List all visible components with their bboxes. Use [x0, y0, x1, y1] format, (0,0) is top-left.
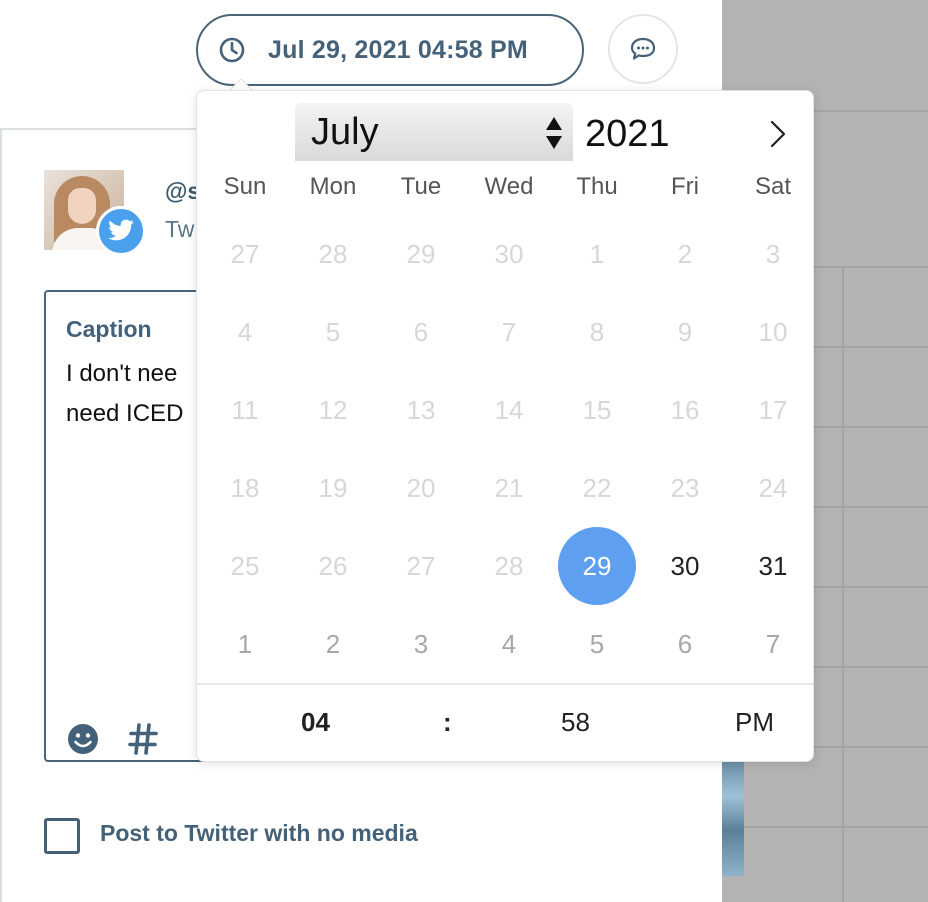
- profile-handle: @s: [165, 178, 201, 204]
- calendar-day[interactable]: 27: [381, 527, 461, 605]
- calendar-day[interactable]: 1: [205, 605, 285, 683]
- calendar-day[interactable]: 30: [645, 527, 725, 605]
- calendar-day[interactable]: 28: [293, 215, 373, 293]
- calendar-day[interactable]: 26: [293, 527, 373, 605]
- calendar-day[interactable]: 23: [645, 449, 725, 527]
- calendar-day[interactable]: 19: [293, 449, 373, 527]
- calendar-day[interactable]: 27: [205, 215, 285, 293]
- calendar-day[interactable]: 5: [557, 605, 637, 683]
- calendar-day[interactable]: 7: [733, 605, 813, 683]
- calendar-day[interactable]: 30: [469, 215, 549, 293]
- calendar-day[interactable]: 2: [645, 215, 725, 293]
- calendar-day[interactable]: 20: [381, 449, 461, 527]
- datepicker-popover: July 2021 Sun Mon Tue Wed Thu Fri Sat 27 28 29 30…: [196, 90, 814, 762]
- calendar-day[interactable]: 2: [293, 605, 373, 683]
- comment-button[interactable]: [608, 14, 678, 84]
- calendar-day[interactable]: 21: [469, 449, 549, 527]
- post-no-media-label: Post to Twitter with no media: [100, 820, 418, 846]
- schedule-datetime-button[interactable]: Jul 29, 2021 04:58 PM: [196, 14, 584, 86]
- calendar-day[interactable]: 31: [733, 527, 813, 605]
- calendar-day[interactable]: 24: [733, 449, 813, 527]
- calendar-day[interactable]: 15: [557, 371, 637, 449]
- calendar-day[interactable]: 25: [205, 527, 285, 605]
- comment-icon: [630, 37, 656, 60]
- calendar-day[interactable]: 17: [733, 371, 813, 449]
- calendar-day[interactable]: 11: [205, 371, 285, 449]
- panel-border: [0, 128, 2, 902]
- weekday-thu: Thu: [576, 173, 618, 200]
- twitter-icon: [96, 206, 146, 256]
- profile-network: Tw: [165, 216, 195, 242]
- calendar-day[interactable]: 18: [205, 449, 285, 527]
- weekday-sun: Sun: [223, 173, 267, 200]
- hashtag-icon[interactable]: [128, 722, 158, 756]
- time-separator: :: [443, 707, 452, 737]
- calendar-day[interactable]: 10: [733, 293, 813, 371]
- calendar-day[interactable]: 9: [645, 293, 725, 371]
- calendar-day[interactable]: 4: [469, 605, 549, 683]
- meridiem-toggle[interactable]: PM: [735, 707, 774, 738]
- clock-icon: [219, 37, 245, 63]
- weekday-fri: Fri: [671, 173, 699, 200]
- calendar-day[interactable]: 8: [557, 293, 637, 371]
- calendar-day[interactable]: 3: [733, 215, 813, 293]
- calendar-day[interactable]: 1: [557, 215, 637, 293]
- grid-line: [842, 266, 844, 902]
- weekday-mon: Mon: [309, 173, 357, 200]
- calendar-day[interactable]: 13: [381, 371, 461, 449]
- selected-day[interactable]: 29: [557, 527, 637, 605]
- caption-label: Caption: [66, 316, 152, 342]
- calendar-day[interactable]: 6: [381, 293, 461, 371]
- month-select[interactable]: July: [295, 103, 573, 161]
- weekday-header: Sun Mon Tue Wed Thu Fri Sat: [197, 173, 813, 207]
- calendar-day[interactable]: 3: [381, 605, 461, 683]
- calendar-day[interactable]: 16: [645, 371, 725, 449]
- grid-line: [722, 826, 928, 828]
- panel-divider: [0, 128, 196, 130]
- minute-input[interactable]: 58: [561, 707, 590, 738]
- time-divider: [197, 683, 813, 685]
- hour-input[interactable]: 04: [301, 707, 330, 738]
- weekday-wed: Wed: [484, 173, 534, 200]
- schedule-datetime-text: Jul 29, 2021 04:58 PM: [268, 35, 528, 64]
- media-thumbnail[interactable]: [722, 762, 744, 876]
- calendar-day[interactable]: 12: [293, 371, 373, 449]
- emoji-icon[interactable]: [66, 722, 100, 756]
- post-no-media-checkbox[interactable]: [44, 818, 80, 854]
- next-month-button[interactable]: [763, 117, 793, 151]
- year-label[interactable]: 2021: [585, 113, 670, 156]
- weekday-tue: Tue: [400, 173, 442, 200]
- calendar-day[interactable]: 14: [469, 371, 549, 449]
- chevron-right-icon: [770, 120, 786, 148]
- calendar-day[interactable]: 22: [557, 449, 637, 527]
- calendar-day[interactable]: 4: [205, 293, 285, 371]
- month-select-value: July: [311, 111, 379, 153]
- calendar-day[interactable]: 5: [293, 293, 373, 371]
- calendar-day[interactable]: 29: [381, 215, 461, 293]
- calendar-day[interactable]: 7: [469, 293, 549, 371]
- calendar-day[interactable]: 6: [645, 605, 725, 683]
- calendar-day[interactable]: 28: [469, 527, 549, 605]
- weekday-sat: Sat: [754, 173, 792, 200]
- select-arrows-icon: [546, 117, 562, 149]
